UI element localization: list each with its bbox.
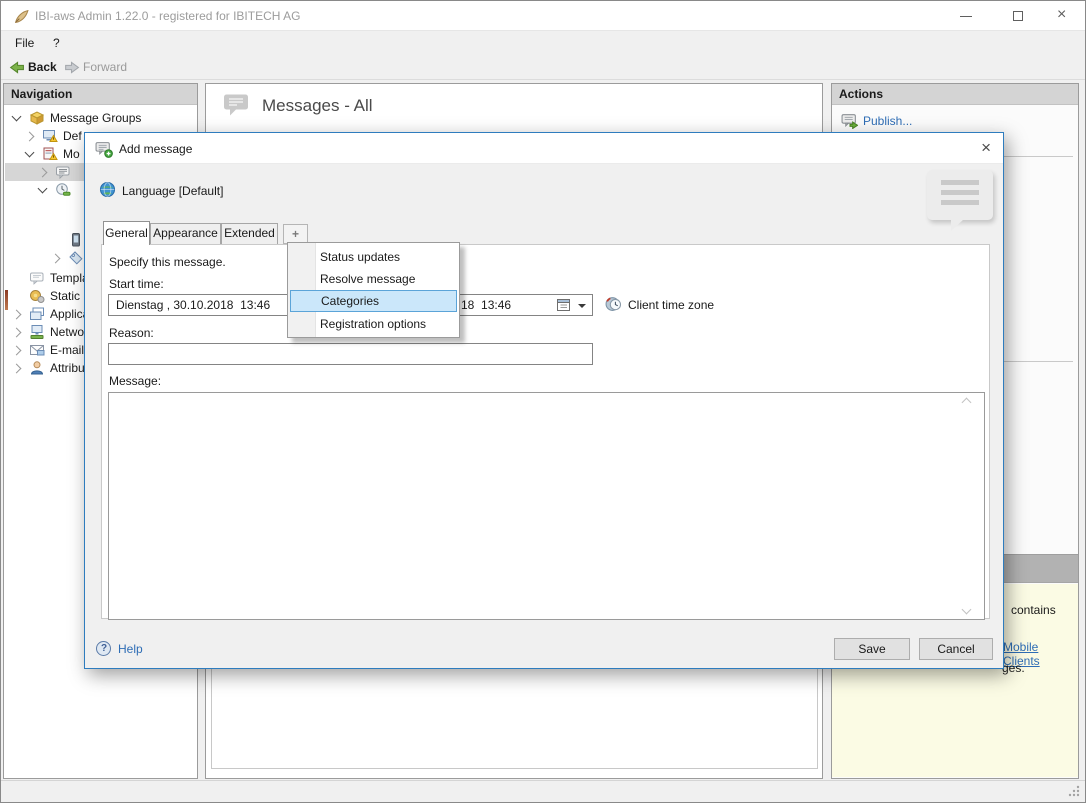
menu-item-registration-options[interactable]: Registration options — [289, 313, 458, 335]
dialog-title: Add message — [119, 142, 192, 156]
chevron-right-icon[interactable] — [12, 310, 22, 320]
language-label: Language [Default] — [122, 184, 223, 198]
specify-message-text: Specify this message. — [109, 255, 226, 269]
tree-item-label: Def — [63, 127, 82, 145]
monitor-warning-icon — [42, 128, 58, 144]
client-time-zone-icon — [605, 295, 622, 312]
applications-icon — [29, 306, 45, 322]
tree-item-label: Attribu — [50, 359, 85, 377]
menu-item-categories[interactable]: Categories — [290, 290, 457, 312]
tab-appearance[interactable]: Appearance — [150, 223, 221, 244]
message-textarea[interactable] — [108, 392, 985, 620]
navigation-header: Navigation — [4, 84, 197, 105]
help-icon — [96, 641, 111, 656]
minimize-button[interactable] — [949, 1, 983, 30]
menu-item-label: Resolve message — [320, 272, 415, 286]
chevron-right-icon[interactable] — [12, 346, 22, 356]
dialog-title-bar[interactable]: Add message × — [85, 133, 1003, 164]
chevron-right-icon[interactable] — [51, 254, 61, 264]
mobile-phone-icon — [68, 232, 84, 248]
chevron-down-icon[interactable] — [25, 148, 35, 158]
tree-item-label: Templa — [50, 269, 89, 287]
save-button[interactable]: Save — [834, 638, 910, 660]
tab-extended[interactable]: Extended — [221, 223, 278, 244]
minimize-icon — [960, 16, 972, 17]
static-messages-icon — [29, 288, 45, 304]
menu-item-status-updates[interactable]: Status updates — [289, 246, 458, 268]
title-bar[interactable]: IBI-aws Admin 1.22.0 - registered for IB… — [1, 1, 1085, 31]
publish-link[interactable]: Publish... — [863, 114, 912, 128]
scroll-down-icon[interactable] — [962, 605, 972, 615]
template-icon — [29, 270, 45, 286]
note-text-fragment: ges. — [1002, 661, 1025, 675]
general-tab-panel: Specify this message. Start time: Dienst… — [101, 244, 990, 619]
message-groups-icon — [29, 110, 45, 126]
end-time-value: 18 13:46 — [461, 295, 511, 315]
chevron-right-icon[interactable] — [12, 328, 22, 338]
publish-icon — [841, 112, 858, 129]
calendar-icon — [557, 298, 571, 312]
chevron-right-icon[interactable] — [25, 132, 35, 142]
cancel-button[interactable]: Cancel — [919, 638, 993, 660]
message-watermark-icon — [927, 170, 993, 220]
message-label: Message: — [109, 374, 161, 388]
chevron-right-icon[interactable] — [12, 364, 22, 374]
tree-item-label: Mo — [63, 145, 80, 163]
tab-general[interactable]: General — [103, 221, 150, 245]
tab-add-button[interactable]: + — [283, 224, 308, 244]
status-bar — [1, 780, 1085, 802]
menu-help[interactable]: ? — [53, 36, 60, 50]
window-close-button[interactable]: × — [1047, 1, 1081, 30]
calendar-dropdown-arrow-icon[interactable] — [578, 304, 586, 308]
chevron-down-icon[interactable] — [38, 184, 48, 194]
tree-item-label: Message Groups — [50, 109, 141, 127]
back-icon — [8, 59, 25, 76]
menu-bar: File ? — [1, 31, 1085, 57]
reason-label: Reason: — [109, 326, 154, 340]
chevron-down-icon[interactable] — [12, 112, 22, 122]
resize-grip-icon[interactable] — [1067, 784, 1081, 798]
menu-item-label: Registration options — [320, 317, 426, 331]
forward-button[interactable]: Forward — [83, 60, 127, 74]
add-message-icon — [95, 140, 113, 158]
tag-icon — [68, 250, 84, 266]
menu-item-resolve-message[interactable]: Resolve message — [289, 268, 458, 290]
toolbar: Back Forward — [1, 57, 1085, 80]
forward-icon — [63, 59, 80, 76]
tree-item-label: E-mail — [50, 341, 84, 359]
tree-item-label: Netwo — [50, 323, 84, 341]
window-title: IBI-aws Admin 1.22.0 - registered for IB… — [35, 9, 300, 23]
chevron-right-icon[interactable] — [38, 168, 48, 178]
start-time-label: Start time: — [109, 277, 164, 291]
add-tab-dropdown-menu: Status updates Resolve message Categorie… — [287, 242, 460, 338]
menu-item-label: Status updates — [320, 250, 400, 264]
maximize-icon — [1013, 11, 1023, 21]
help-link[interactable]: Help — [118, 642, 143, 656]
network-icon — [29, 324, 45, 340]
document-warning-icon — [42, 146, 58, 162]
messages-header-icon — [223, 93, 249, 117]
reason-input[interactable] — [108, 343, 593, 365]
dialog-close-button[interactable]: × — [981, 138, 991, 158]
scroll-up-icon[interactable] — [962, 398, 972, 408]
note-text-fragment: contains — [1011, 603, 1056, 617]
back-button[interactable]: Back — [28, 60, 57, 74]
screen-artifact — [5, 290, 8, 310]
page-title: Messages - All — [262, 96, 373, 116]
menu-file[interactable]: File — [15, 36, 34, 50]
app-window: IBI-aws Admin 1.22.0 - registered for IB… — [0, 0, 1086, 803]
menu-item-label: Categories — [321, 294, 379, 308]
globe-icon — [99, 181, 116, 198]
maximize-button[interactable] — [1001, 1, 1035, 30]
add-message-dialog: Add message × Language [Default] General… — [84, 132, 1004, 669]
client-time-zone-label: Client time zone — [628, 298, 714, 312]
email-icon — [29, 342, 45, 358]
close-icon: × — [1057, 6, 1066, 24]
actions-header: Actions — [832, 84, 1078, 105]
app-icon — [13, 8, 30, 25]
tree-item-message-groups[interactable]: Message Groups — [5, 109, 196, 127]
message-icon — [55, 164, 71, 180]
attributes-icon — [29, 360, 45, 376]
clock-key-icon — [55, 182, 71, 198]
